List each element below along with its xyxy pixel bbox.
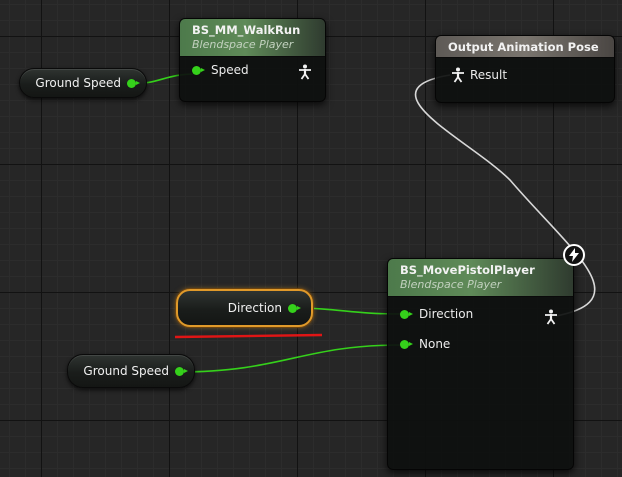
blendspace-walkrun-node[interactable]: BS_MM_WalkRun Blendspace Player Speed (179, 18, 326, 102)
movepistol-title: BS_MovePistolPlayer (400, 263, 535, 277)
ground-speed-variable-node[interactable]: Ground Speed (19, 68, 147, 98)
pose-output-pin-icon[interactable] (544, 309, 558, 325)
wire-groundspeed-to-none (176, 344, 403, 373)
walkrun-header[interactable]: BS_MM_WalkRun Blendspace Player (180, 19, 325, 57)
ground-speed-output-pin-2[interactable] (175, 366, 188, 376)
ground-speed-label-2: Ground Speed (83, 364, 169, 378)
result-pin-label: Result (470, 68, 508, 82)
direction-input-pin[interactable] (400, 309, 413, 319)
movepistol-none-row: None (400, 337, 450, 351)
movepistol-direction-row: Direction (400, 307, 473, 321)
blendspace-movepistol-node[interactable]: BS_MovePistolPlayer Blendspace Player Di… (387, 258, 574, 470)
output-animation-pose-node[interactable]: Output Animation Pose Result (435, 35, 615, 103)
movepistol-subtitle: Blendspace Player (400, 278, 502, 291)
direction-label: Direction (227, 301, 282, 315)
direction-pin-label: Direction (419, 307, 474, 321)
direction-variable-node[interactable]: Direction (176, 289, 313, 327)
none-input-pin[interactable] (400, 339, 413, 349)
walkrun-speed-row: Speed (192, 63, 249, 77)
output-pose-title: Output Animation Pose (448, 40, 599, 54)
direction-output-pin[interactable] (288, 303, 301, 313)
pose-output-icon[interactable] (451, 67, 465, 83)
ground-speed-variable-node-2[interactable]: Ground Speed (67, 354, 195, 388)
speed-pin-label: Speed (211, 63, 249, 77)
bolt-glyph (569, 248, 579, 262)
walkrun-title: BS_MM_WalkRun (192, 23, 301, 37)
pose-pin-icon[interactable] (298, 64, 312, 80)
none-pin-label: None (419, 337, 451, 351)
reroute-bolt-icon[interactable] (563, 244, 585, 266)
ground-speed-label: Ground Speed (35, 76, 121, 90)
ground-speed-output-pin[interactable] (127, 78, 140, 88)
movepistol-header[interactable]: BS_MovePistolPlayer Blendspace Player (388, 259, 573, 297)
output-pose-header[interactable]: Output Animation Pose (436, 36, 614, 58)
speed-input-pin[interactable] (192, 65, 205, 75)
annotation-underline (174, 333, 323, 339)
walkrun-subtitle: Blendspace Player (192, 38, 294, 51)
